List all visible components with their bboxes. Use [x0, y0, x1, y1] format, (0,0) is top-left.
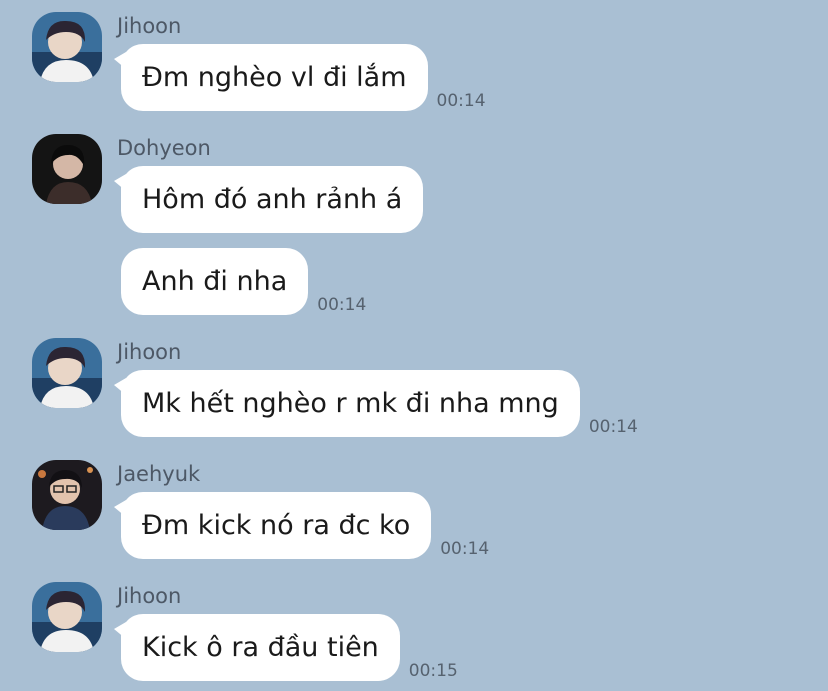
message-time: 00:15: [408, 661, 458, 681]
message-row: Kick ô ra đầu tiên 00:15: [114, 614, 458, 681]
avatar-jaehyuk[interactable]: [32, 460, 102, 530]
message-time: 00:14: [588, 417, 638, 437]
avatar-jihoon[interactable]: [32, 582, 102, 652]
message-bubble[interactable]: Kick ô ra đầu tiên: [114, 614, 400, 681]
avatar-jihoon[interactable]: [32, 338, 102, 408]
message-row: Đm nghèo vl đi lắm 00:14: [114, 44, 486, 111]
message-row: Đm kick nó ra đc ko 00:14: [114, 492, 490, 559]
bubble-tail: [114, 174, 126, 191]
message-text: Đm nghèo vl đi lắm: [142, 62, 407, 93]
message-text: Hôm đó anh rảnh á: [142, 184, 403, 215]
message-time: 00:14: [440, 539, 490, 559]
bubble-tail: [114, 52, 126, 69]
message-bubble[interactable]: Mk hết nghèo r mk đi nha mng: [114, 370, 580, 437]
sender-name: Jihoon: [117, 584, 182, 608]
message-text: Mk hết nghèo r mk đi nha mng: [142, 388, 559, 419]
message-bubble[interactable]: Anh đi nha: [121, 248, 309, 315]
avatar-dohyeon[interactable]: [32, 134, 102, 204]
message-time: 00:14: [317, 295, 367, 315]
message-bubble[interactable]: Hôm đó anh rảnh á: [114, 166, 424, 233]
sender-name: Jaehyuk: [117, 462, 201, 486]
message-text: Đm kick nó ra đc ko: [142, 510, 411, 541]
sender-name: Jihoon: [117, 340, 182, 364]
sender-name: Jihoon: [117, 14, 182, 38]
message-bubble[interactable]: Đm kick nó ra đc ko: [114, 492, 432, 559]
bubble-tail: [114, 622, 126, 639]
message-text: Kick ô ra đầu tiên: [142, 632, 379, 663]
message-row: Hôm đó anh rảnh á: [114, 166, 424, 233]
message-row: Mk hết nghèo r mk đi nha mng 00:14: [114, 370, 638, 437]
message-text: Anh đi nha: [142, 266, 288, 297]
bubble-tail: [114, 378, 126, 395]
sender-name: Dohyeon: [117, 136, 211, 160]
message-row: Anh đi nha 00:14: [121, 248, 366, 315]
message-bubble[interactable]: Đm nghèo vl đi lắm: [114, 44, 428, 111]
bubble-tail: [114, 500, 126, 517]
avatar-jihoon[interactable]: [32, 12, 102, 82]
message-time: 00:14: [436, 91, 486, 111]
